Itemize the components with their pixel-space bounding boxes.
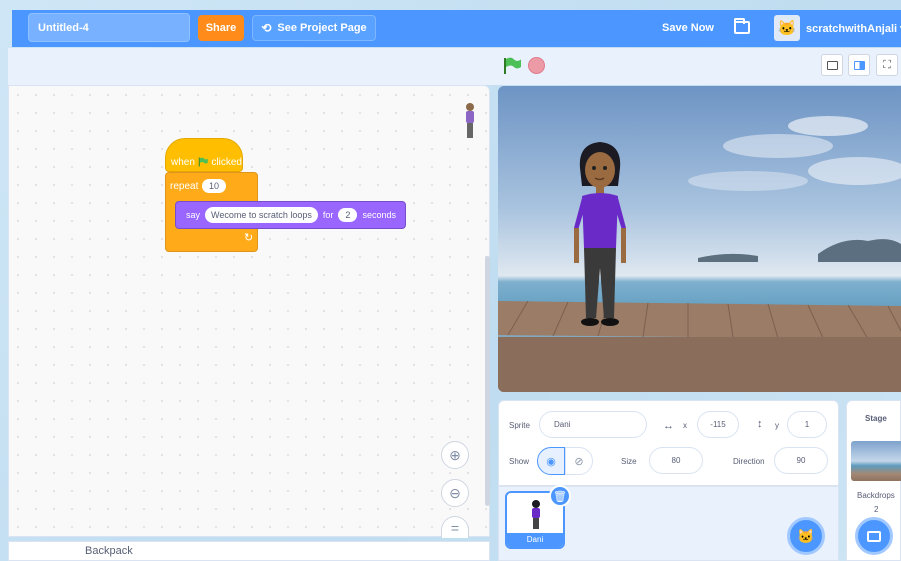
- add-sprite-cat-icon: 🐱: [797, 527, 815, 544]
- hat-when-label: when: [171, 156, 195, 168]
- green-flag-icon: [198, 157, 208, 167]
- avatar[interactable]: 🐱: [774, 15, 800, 41]
- zoom-out-icon: ⊖: [449, 484, 461, 501]
- equals-icon: =: [450, 519, 460, 536]
- stage-target-panel[interactable]: Stage Backdrops 2: [846, 400, 901, 561]
- hide-sprite-button[interactable]: ⊘: [565, 447, 593, 475]
- normal-stage-icon: [853, 60, 865, 70]
- zoom-in-icon: ⊕: [449, 446, 461, 463]
- code-area-header: [8, 48, 490, 85]
- repeat-label: repeat: [170, 181, 199, 192]
- normal-stage-button[interactable]: [848, 54, 870, 76]
- sprite-name-value: Dani: [554, 420, 571, 429]
- stage-canvas[interactable]: [498, 86, 901, 392]
- direction-input[interactable]: 90: [774, 447, 828, 474]
- size-value: 80: [671, 456, 681, 465]
- say-seconds-input[interactable]: 2: [338, 208, 358, 222]
- say-message-input[interactable]: Wecome to scratch loops: [205, 207, 318, 223]
- username-label: scratchwithAnjali: [806, 23, 898, 35]
- sprite-name-input[interactable]: Dani: [539, 411, 647, 438]
- horizontal-arrows-icon: ↔: [663, 420, 674, 432]
- hat-clicked-label: clicked: [211, 156, 242, 168]
- project-title-input[interactable]: Untitled-4: [28, 13, 190, 42]
- eye-icon: ◉: [546, 455, 556, 468]
- menu-bar: Untitled-4 Share ⟲ See Project Page Save…: [12, 10, 901, 47]
- size-input[interactable]: 80: [649, 447, 703, 474]
- sprite-preview-icon: [466, 103, 474, 138]
- remix-arrows-icon: ⟲: [261, 21, 272, 35]
- say-label: say: [186, 210, 201, 220]
- direction-label: Direction: [733, 457, 765, 466]
- x-input[interactable]: -115: [697, 411, 739, 438]
- backdrops-label: Backdrops: [857, 491, 895, 500]
- size-label: Size: [621, 457, 637, 466]
- eye-slash-icon: ⊘: [574, 455, 584, 468]
- say-for-label: for: [322, 210, 334, 220]
- sprite-tile-label: Dani: [507, 533, 563, 547]
- vertical-scrollbar[interactable]: [485, 256, 490, 506]
- stop-button[interactable]: [528, 57, 545, 74]
- choose-sprite-button[interactable]: 🐱: [787, 517, 825, 555]
- show-sprite-button[interactable]: ◉: [537, 447, 565, 475]
- add-backdrop-icon: [867, 530, 881, 542]
- sprite-thumbnail-icon: [532, 500, 540, 529]
- save-now-button[interactable]: Save Now: [662, 22, 714, 34]
- x-value: -115: [710, 420, 726, 429]
- zoom-out-button[interactable]: ⊖: [441, 479, 469, 507]
- loop-arrow-icon: ↻: [244, 232, 254, 244]
- sky-clouds: [688, 116, 901, 262]
- stage-header: ⛶: [490, 48, 901, 85]
- backpack-bar[interactable]: Backpack: [8, 541, 490, 561]
- trash-icon: 🗑: [553, 490, 567, 503]
- sprite-info-panel: Sprite Dani ↔ x -115 ↕ y 1 Show ◉ ⊘ Size…: [498, 400, 839, 486]
- say-for-secs-block[interactable]: say Wecome to scratch loops for 2 second…: [175, 201, 406, 229]
- backdrops-count: 2: [874, 505, 879, 514]
- y-value: 1: [804, 420, 810, 429]
- backdrop-thumbnail: [851, 441, 901, 481]
- y-label: y: [775, 421, 779, 430]
- y-input[interactable]: 1: [787, 411, 827, 438]
- cat-icon: 🐱: [777, 20, 797, 37]
- zoom-reset-button[interactable]: =: [441, 516, 469, 538]
- delete-sprite-button[interactable]: 🗑: [549, 485, 571, 507]
- account-menu[interactable]: scratchwithAnjali ▾: [806, 22, 901, 35]
- stage-panel-title: Stage: [865, 414, 887, 423]
- wooden-dock: [498, 300, 901, 392]
- dani-sprite[interactable]: [572, 138, 632, 338]
- my-stuff-folder-icon[interactable]: [734, 18, 750, 34]
- share-button[interactable]: Share: [198, 15, 244, 41]
- vertical-arrows-icon: ↕: [757, 418, 763, 430]
- repeat-count-input[interactable]: 10: [202, 179, 227, 193]
- small-stage-button[interactable]: [821, 54, 843, 76]
- green-flag-button[interactable]: [502, 57, 522, 75]
- choose-backdrop-button[interactable]: [855, 517, 893, 555]
- fullscreen-button[interactable]: ⛶: [876, 54, 898, 76]
- when-flag-clicked-block[interactable]: when clicked: [165, 138, 243, 172]
- code-workspace[interactable]: when clicked repeat 10 ↻ say Wecome to s…: [8, 85, 490, 538]
- x-label: x: [683, 421, 687, 430]
- sprite-label: Sprite: [509, 421, 530, 430]
- say-seconds-label: seconds: [362, 210, 396, 220]
- show-label: Show: [509, 457, 530, 466]
- small-stage-icon: [826, 60, 838, 70]
- see-project-page-button[interactable]: ⟲ See Project Page: [252, 15, 376, 41]
- zoom-in-button[interactable]: ⊕: [441, 441, 469, 469]
- see-project-page-label: See Project Page: [277, 22, 367, 34]
- direction-value: 90: [796, 456, 806, 465]
- backpack-label: Backpack: [85, 545, 133, 557]
- fullscreen-icon: ⛶: [883, 58, 891, 71]
